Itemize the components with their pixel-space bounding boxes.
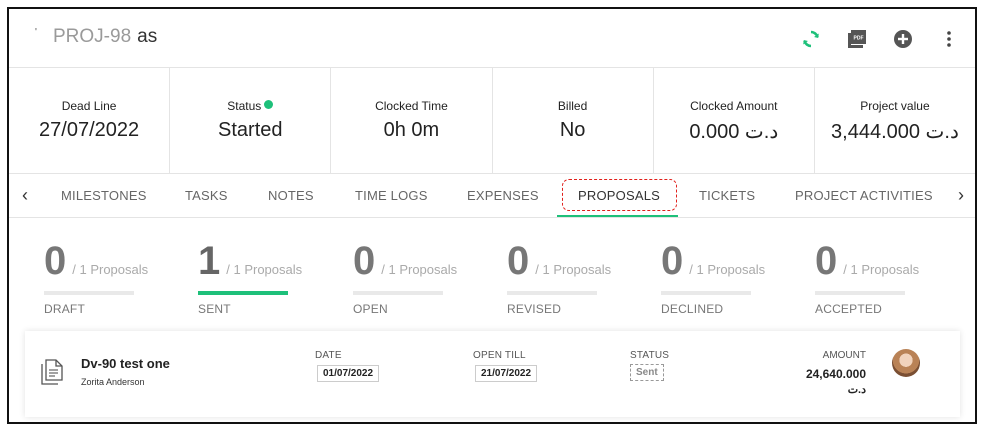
project-header: ' PROJ-98 as PDF bbox=[9, 9, 975, 68]
counter-total: / 1 Proposals bbox=[843, 262, 920, 277]
project-name: as bbox=[137, 26, 158, 47]
proposal-date: 01/07/2022 bbox=[317, 365, 380, 382]
counter-bar bbox=[815, 291, 905, 295]
proposal-client: Zorita Anderson bbox=[81, 377, 145, 387]
project-title: PROJ-98 as bbox=[53, 26, 157, 48]
counter-count: 0 bbox=[815, 239, 838, 283]
pdf-icon[interactable]: PDF bbox=[845, 27, 869, 51]
proposal-currency: د.ت bbox=[847, 384, 866, 396]
tab-milestones[interactable]: MILESTONES bbox=[61, 188, 147, 203]
counter-bar bbox=[198, 291, 288, 295]
stat-label: Project value bbox=[860, 99, 930, 113]
stat-label: Status bbox=[170, 99, 330, 115]
counter-label: SENT bbox=[198, 302, 231, 316]
counter-bar bbox=[353, 291, 443, 295]
counter-bar bbox=[507, 291, 597, 295]
tabs-scroll-left-icon[interactable]: ‹ bbox=[15, 185, 35, 206]
tab-tickets[interactable]: TICKETS bbox=[699, 188, 755, 203]
refresh-icon[interactable] bbox=[799, 27, 823, 51]
status-label: STATUS bbox=[630, 350, 670, 361]
stat-value: Started bbox=[218, 119, 283, 141]
add-icon[interactable] bbox=[891, 27, 915, 51]
counter-label: ACCEPTED bbox=[815, 302, 882, 316]
more-vertical-icon[interactable] bbox=[937, 27, 961, 51]
counter-count: 0 bbox=[353, 239, 376, 283]
proposal-open-till: 21/07/2022 bbox=[475, 365, 538, 382]
project-code: PROJ-98 bbox=[53, 26, 132, 47]
tab-notes[interactable]: NOTES bbox=[268, 188, 314, 203]
tab-highlight-annotation bbox=[562, 179, 677, 211]
avatar[interactable] bbox=[892, 349, 920, 377]
counter-bar bbox=[44, 291, 134, 295]
stat-label-text: Status bbox=[227, 99, 262, 113]
proposal-status-counters: 0 / 1 Proposals DRAFT 1 / 1 Proposals SENT… bbox=[9, 219, 975, 329]
counter-count: 1 bbox=[198, 239, 221, 283]
project-view: ' PROJ-98 as PDF Dead Line 27/07/2022 Sta… bbox=[7, 7, 977, 424]
counter-label: OPEN bbox=[353, 302, 388, 316]
stat-value: 0h 0m bbox=[383, 119, 440, 141]
counter-total: / 1 Proposals bbox=[535, 262, 612, 277]
amount-label: AMOUNT bbox=[822, 350, 866, 361]
counter-total: / 1 Proposals bbox=[72, 262, 149, 277]
project-tabs: ‹ MILESTONES TASKS NOTES TIME LOGS EXPEN… bbox=[9, 175, 975, 218]
stat-clocked-amount: Clocked Amount د.ت 0.000 bbox=[654, 68, 815, 173]
counter-count: 0 bbox=[44, 239, 67, 283]
counter-total: / 1 Proposals bbox=[226, 262, 303, 277]
svg-text:PDF: PDF bbox=[854, 36, 864, 42]
tab-time-logs[interactable]: TIME LOGS bbox=[355, 188, 428, 203]
stat-label: Dead Line bbox=[61, 99, 117, 113]
proposal-title[interactable]: Dv-90 test one bbox=[81, 356, 170, 371]
stat-project-value: Project value د.ت 3,444.000 bbox=[815, 68, 975, 173]
counter-label: DECLINED bbox=[661, 302, 724, 316]
tab-tasks[interactable]: TASKS bbox=[185, 188, 228, 203]
proposal-status-badge: Sent bbox=[630, 364, 664, 381]
counter-bar bbox=[661, 291, 751, 295]
tab-project-activities[interactable]: PROJECT ACTIVITIES bbox=[795, 188, 933, 203]
counter-label: DRAFT bbox=[44, 302, 85, 316]
stat-status: Status Started bbox=[170, 68, 332, 173]
stat-deadline: Dead Line 27/07/2022 bbox=[9, 68, 171, 173]
date-label: DATE bbox=[315, 350, 342, 361]
counter-count: 0 bbox=[507, 239, 530, 283]
counter-total: / 1 Proposals bbox=[689, 262, 766, 277]
stat-label: Clocked Amount bbox=[690, 99, 778, 113]
counter-total: / 1 Proposals bbox=[381, 262, 458, 277]
stat-clocked-time: Clocked Time 0h 0m bbox=[331, 68, 493, 173]
stat-billed: Billed No bbox=[493, 68, 654, 173]
open-till-label: OPEN TILL bbox=[473, 350, 526, 361]
counter-label: REVISED bbox=[507, 302, 562, 316]
counter-count: 0 bbox=[661, 239, 684, 283]
project-stats: Dead Line 27/07/2022 Status Started Cloc… bbox=[9, 68, 975, 174]
stat-value: د.ت 3,444.000 bbox=[831, 121, 959, 143]
status-dot-icon bbox=[264, 100, 274, 109]
stat-value: 27/07/2022 bbox=[39, 119, 140, 141]
stat-label: Clocked Time bbox=[375, 99, 448, 113]
stat-value: No bbox=[559, 119, 586, 141]
proposal-card[interactable]: Dv-90 test one Zorita Anderson DATE 01/0… bbox=[25, 331, 960, 417]
proposal-amount: 24,640.000 bbox=[805, 367, 866, 381]
stat-label: Billed bbox=[557, 99, 588, 113]
tabs-scroll-right-icon[interactable]: › bbox=[951, 185, 971, 206]
tab-expenses[interactable]: EXPENSES bbox=[467, 188, 539, 203]
stat-value: د.ت 0.000 bbox=[689, 121, 779, 143]
document-icon bbox=[41, 359, 63, 385]
active-tab-indicator bbox=[557, 215, 678, 217]
header-mark: ' bbox=[35, 27, 37, 38]
